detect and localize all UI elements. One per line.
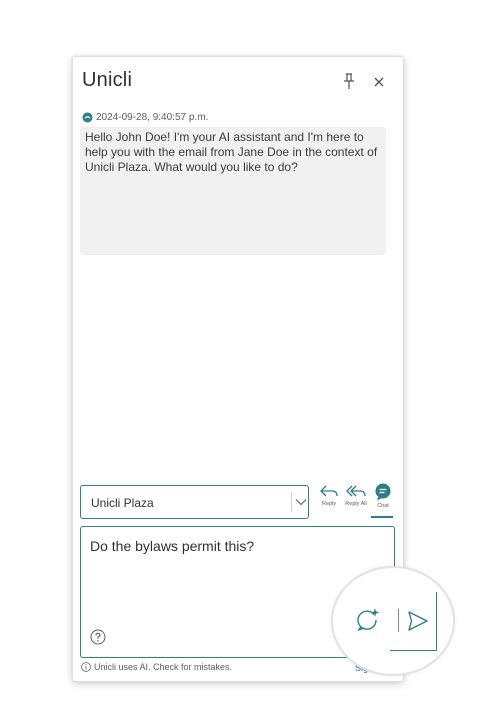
- disclaimer-text: Unicli uses AI. Check for mistakes.: [94, 662, 233, 672]
- panel-title: Unicli: [82, 69, 133, 91]
- reply-all-button[interactable]: Reply All: [342, 483, 370, 517]
- select-divider: [291, 492, 292, 512]
- context-select-value: Unicli Plaza: [91, 496, 154, 510]
- chevron-down-icon[interactable]: [295, 498, 307, 506]
- close-icon: [374, 77, 384, 87]
- sparkle-chat-icon: [357, 608, 380, 631]
- reply-icon: [320, 485, 338, 497]
- context-select[interactable]: Unicli Plaza: [80, 485, 309, 519]
- message-timestamp: 2024-09-28, 9:40:57 p.m.: [96, 111, 209, 123]
- reply-all-label: Reply All: [345, 501, 367, 507]
- pin-icon: [344, 73, 354, 89]
- message-meta: 2024-09-28, 9:40:57 p.m.: [82, 110, 208, 124]
- send-button[interactable]: [406, 609, 430, 633]
- chat-active-indicator: [371, 516, 393, 518]
- chat-label: Chat: [377, 503, 389, 509]
- chat-icon: [375, 483, 391, 501]
- send-divider: [398, 609, 399, 632]
- message-input[interactable]: Do the bylaws permit this?: [90, 538, 254, 554]
- reply-all-icon: [346, 485, 366, 497]
- assistant-avatar-icon: [82, 112, 93, 122]
- pin-button[interactable]: [341, 73, 357, 91]
- chat-button[interactable]: Chat: [369, 483, 397, 517]
- assistant-message-text: Hello John Doe! I'm your AI assistant an…: [85, 130, 378, 174]
- ai-suggest-button[interactable]: [354, 606, 382, 634]
- ai-disclaimer: Unicli uses AI. Check for mistakes.: [81, 660, 232, 674]
- send-icon: [408, 611, 428, 631]
- reply-label: Reply: [321, 501, 337, 507]
- reply-button[interactable]: Reply: [315, 483, 343, 517]
- assistant-message-bubble: Hello John Doe! I'm your AI assistant an…: [80, 127, 386, 255]
- help-icon[interactable]: [90, 629, 106, 645]
- info-icon: [81, 662, 91, 672]
- close-button[interactable]: [370, 73, 388, 91]
